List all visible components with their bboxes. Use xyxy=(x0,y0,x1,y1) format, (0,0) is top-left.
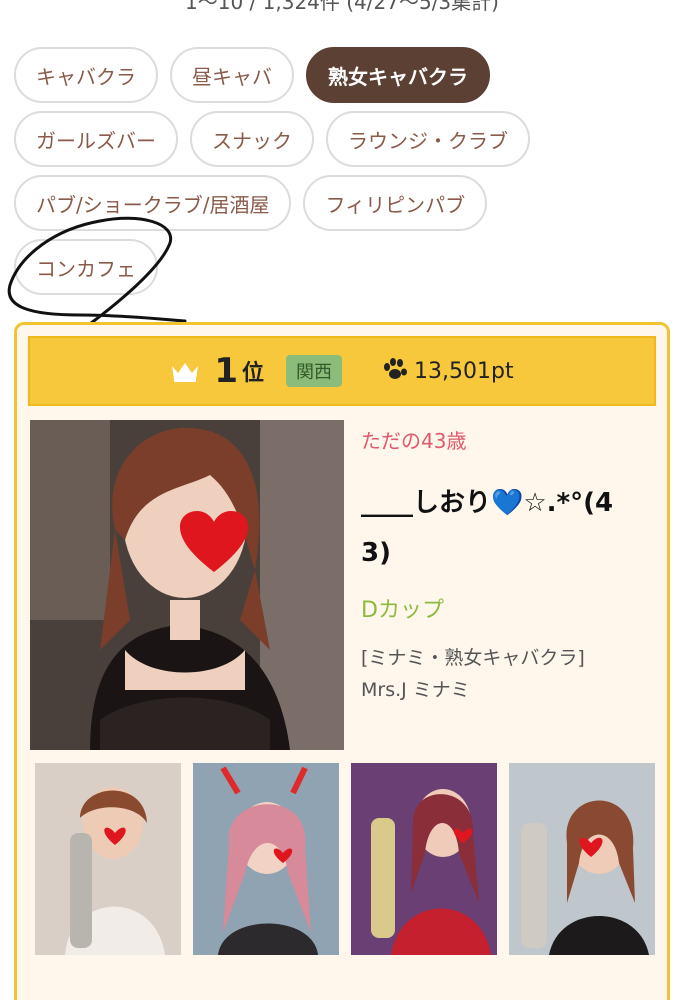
cast-name-line1[interactable]: ____しおり💙☆.*°(4 xyxy=(361,478,661,528)
shop-category: [ミナミ・熟女キャバクラ] xyxy=(361,647,585,669)
cast-name-line2[interactable]: 3) xyxy=(361,528,661,578)
thumbnail-photo[interactable] xyxy=(509,763,655,955)
cast-photo-image xyxy=(30,420,344,750)
cast-catchphrase: ただの43歳 xyxy=(361,429,467,453)
category-chip-list: キャバクラ 昼キャバ 熟女キャバクラ ガールズバー スナック ラウンジ・クラブ … xyxy=(14,47,674,303)
chip-lounge-club[interactable]: ラウンジ・クラブ xyxy=(326,111,530,167)
cast-info: ただの43歳 ____しおり💙☆.*°(4 3) Dカップ [ミナミ・熟女キャバ… xyxy=(361,425,661,706)
thumbnail-photo[interactable] xyxy=(193,763,339,955)
points-value: 13,501pt xyxy=(414,358,514,384)
cast-thumbnail-list xyxy=(35,763,655,955)
ranking-card[interactable]: 1 位 関西 13,501pt ただの43歳 ____しおり💙☆.*°(4 3)… xyxy=(14,322,670,1000)
thumbnail-photo[interactable] xyxy=(351,763,497,955)
thumbnail-image xyxy=(193,763,339,955)
thumbnail-image xyxy=(35,763,181,955)
cast-cup-size: Dカップ xyxy=(361,598,444,623)
chip-philippine-pub[interactable]: フィリピンパブ xyxy=(303,175,488,231)
thumbnail-image xyxy=(509,763,655,955)
heart-sticker-icon xyxy=(180,511,248,572)
chip-hiru-kyaba[interactable]: 昼キャバ xyxy=(170,47,294,103)
rank-number: 1 xyxy=(214,351,239,391)
crown-icon xyxy=(172,363,199,382)
thumbnail-photo[interactable] xyxy=(35,763,181,955)
chip-girls-bar[interactable]: ガールズバー xyxy=(14,111,178,167)
paw-icon xyxy=(384,358,408,379)
cast-main-photo[interactable] xyxy=(30,420,344,750)
rank-suffix: 位 xyxy=(242,361,265,386)
chip-pub-show-izakaya[interactable]: パブ/ショークラブ/居酒屋 xyxy=(14,175,292,231)
rank-bar: 1 位 関西 13,501pt xyxy=(28,336,656,406)
shop-name[interactable]: Mrs.J ミナミ xyxy=(361,674,661,706)
chip-kyabakura[interactable]: キャバクラ xyxy=(14,47,158,103)
chip-concafe[interactable]: コンカフェ xyxy=(14,239,158,295)
ranking-period-note: 1〜10 / 1,324件 (4/27〜5/3集計) xyxy=(185,0,499,14)
thumbnail-image xyxy=(351,763,497,955)
region-badge: 関西 xyxy=(286,355,343,387)
chip-jukujo-kyabakura[interactable]: 熟女キャバクラ xyxy=(306,47,490,103)
chip-snack[interactable]: スナック xyxy=(190,111,314,167)
